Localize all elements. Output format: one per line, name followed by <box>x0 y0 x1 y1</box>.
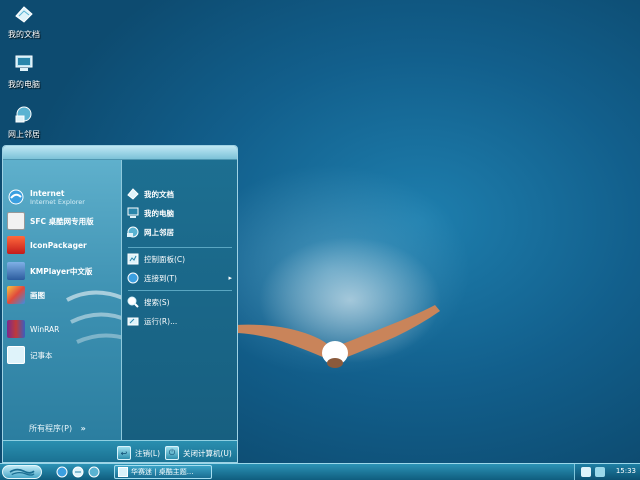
start-place-network-places[interactable]: 网上邻居 <box>126 224 236 240</box>
start-menu-programs-pane: Internet Internet Explorer SFC 桌酷网专用版 Ic… <box>3 160 181 440</box>
my-computer-icon <box>15 55 33 71</box>
start-item-notepad[interactable]: 记事本 <box>7 344 119 366</box>
program-label: 记事本 <box>30 350 53 360</box>
start-menu-header <box>3 146 237 160</box>
start-button[interactable] <box>2 465 42 479</box>
my-documents-icon <box>127 188 139 200</box>
winrar-icon <box>7 320 25 338</box>
program-label: WinRAR <box>30 324 60 334</box>
program-sublabel: Internet Explorer <box>30 197 85 206</box>
menu-separator <box>128 247 232 248</box>
program-label: Internet <box>30 188 65 198</box>
wallpaper-swimmer-image <box>235 305 440 368</box>
program-label: IconPackager <box>30 240 87 250</box>
start-menu: Internet Internet Explorer SFC 桌酷网专用版 Ic… <box>2 145 238 463</box>
my-documents-icon <box>15 6 33 23</box>
sfc-icon <box>7 212 25 230</box>
tray-network-icon[interactable] <box>581 467 591 477</box>
place-label: 我的文档 <box>144 189 174 199</box>
iconpackager-icon <box>7 236 25 254</box>
place-label: 网上邻居 <box>144 227 174 237</box>
network-places-icon <box>127 226 139 238</box>
start-item-winrar[interactable]: WinRAR <box>7 318 119 340</box>
all-programs-label: 所有程序(P) <box>29 424 73 433</box>
window-icon <box>118 467 128 477</box>
start-logo-icon <box>9 468 35 476</box>
all-programs-button[interactable]: 所有程序(P) » <box>29 423 86 434</box>
start-item-internet-explorer[interactable]: Internet Internet Explorer <box>7 186 119 208</box>
taskbar-window-label: 华赛迷 | 桌酷主题... <box>131 468 194 476</box>
start-item-iconpackager[interactable]: IconPackager <box>7 234 119 256</box>
clock[interactable]: 15:33 <box>616 467 636 475</box>
submenu-arrow-icon: ▸ <box>228 274 232 282</box>
menu-item-label: 连接到(T) <box>144 273 177 283</box>
start-item-connect-to[interactable]: 连接到(T) ▸ <box>126 270 236 286</box>
connect-to-icon <box>127 272 139 284</box>
control-panel-icon <box>127 253 139 265</box>
program-label: KMPlayer中文版 <box>30 266 93 276</box>
menu-item-label: 搜索(S) <box>144 297 170 307</box>
desktop-icon-label: 我的文档 <box>8 30 40 39</box>
tray-volume-icon[interactable] <box>595 467 605 477</box>
start-menu-places-pane: 我的文档 我的电脑 网上邻居 控制面板(C) 连接到(T) ▸ 搜索(S) 运行… <box>121 160 237 440</box>
run-icon <box>127 317 139 326</box>
start-menu-footer: ↩ 注销(L) ⏻ 关闭计算机(U) <box>3 440 237 462</box>
kmplayer-icon <box>7 262 25 280</box>
logoff-label: 注销(L) <box>135 448 161 458</box>
menu-item-label: 控制面板(C) <box>144 254 186 264</box>
taskbar-window-button[interactable]: 华赛迷 | 桌酷主题... <box>114 465 212 479</box>
start-item-run[interactable]: 运行(R)... <box>126 313 236 329</box>
program-label: SFC 桌酷网专用版 <box>30 216 94 226</box>
menu-separator <box>128 290 232 291</box>
network-places-icon <box>15 106 32 123</box>
start-item-paint[interactable]: 画图 <box>7 284 119 306</box>
internet-explorer-icon <box>8 189 24 205</box>
paint-icon <box>7 286 25 304</box>
start-item-sfc[interactable]: SFC 桌酷网专用版 <box>7 210 119 232</box>
start-item-control-panel[interactable]: 控制面板(C) <box>126 251 236 267</box>
logoff-icon: ↩ <box>117 446 131 460</box>
desktop-icon-network-places[interactable]: 网上邻居 <box>2 104 46 140</box>
quicklaunch-ie-icon[interactable] <box>56 466 68 478</box>
start-place-my-computer[interactable]: 我的电脑 <box>126 205 236 221</box>
desktop-icon-my-documents[interactable]: 我的文档 <box>2 4 46 40</box>
desktop-icon-label: 网上邻居 <box>8 130 40 139</box>
notepad-icon <box>7 346 25 364</box>
start-item-kmplayer[interactable]: KMPlayer中文版 <box>7 260 119 282</box>
menu-item-label: 运行(R)... <box>144 316 178 326</box>
shutdown-label: 关闭计算机(U) <box>183 448 232 458</box>
system-tray: 15:33 <box>574 464 640 480</box>
quicklaunch-media-icon[interactable] <box>88 466 100 478</box>
logoff-button[interactable]: ↩ 注销(L) <box>117 445 160 461</box>
search-icon <box>127 296 139 308</box>
place-label: 我的电脑 <box>144 208 174 218</box>
start-item-search[interactable]: 搜索(S) <box>126 294 236 310</box>
quicklaunch-explorer-icon[interactable] <box>72 466 84 478</box>
shutdown-button[interactable]: ⏻ 关闭计算机(U) <box>165 445 232 461</box>
program-label: 画图 <box>30 290 45 300</box>
start-place-my-documents[interactable]: 我的文档 <box>126 186 236 202</box>
desktop-icon-label: 我的电脑 <box>8 80 40 89</box>
taskbar: 华赛迷 | 桌酷主题... 15:33 <box>0 463 640 480</box>
power-icon: ⏻ <box>165 446 179 460</box>
double-chevron-right-icon: » <box>80 424 86 433</box>
my-computer-icon <box>127 207 139 218</box>
desktop-icon-my-computer[interactable]: 我的电脑 <box>2 54 46 90</box>
